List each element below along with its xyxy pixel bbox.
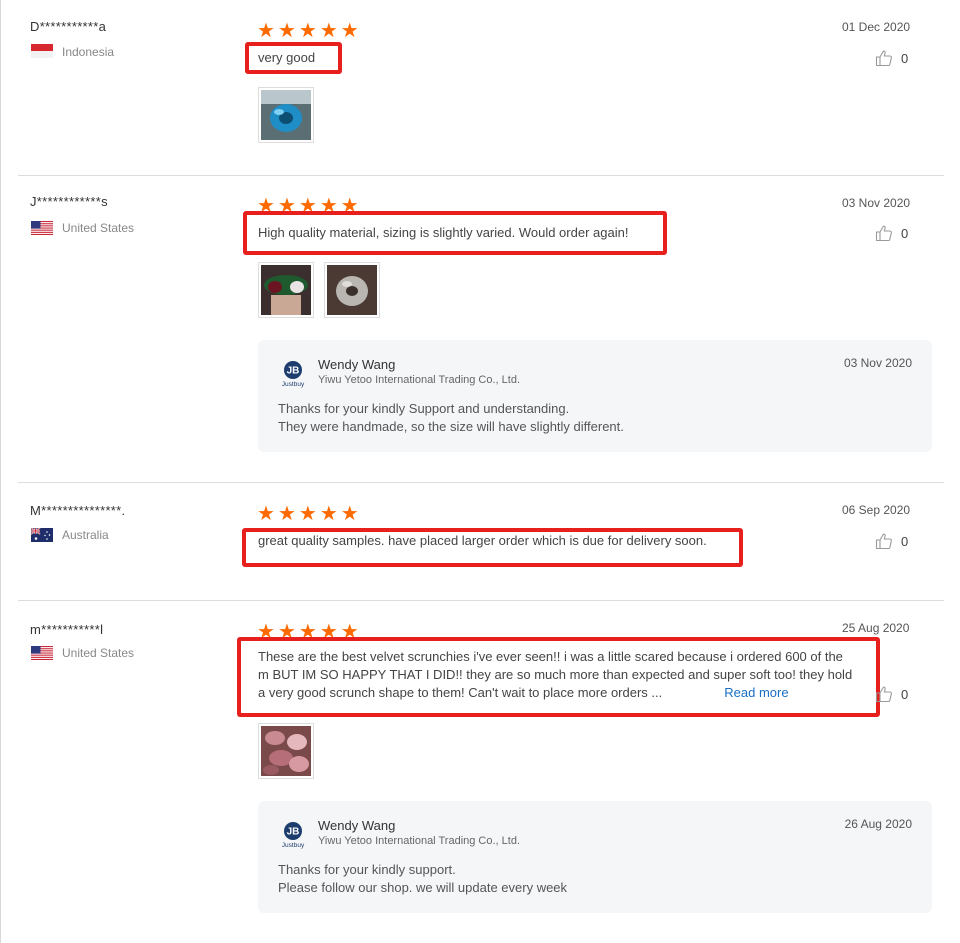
thumbs-up-icon bbox=[875, 50, 892, 67]
review-divider bbox=[18, 482, 944, 483]
us-flag-icon bbox=[31, 646, 53, 660]
svg-text:JB: JB bbox=[287, 827, 300, 838]
review-date: 06 Sep 2020 bbox=[842, 503, 911, 517]
star-icon: ★ bbox=[298, 20, 317, 42]
reply-text: Thanks for your kindly Support and under… bbox=[278, 400, 624, 436]
star-icon: ★ bbox=[340, 503, 359, 525]
review-text-line: a very good scrunch shape to them! Can't… bbox=[258, 684, 878, 702]
reviewer-country: Indonesia bbox=[62, 45, 115, 59]
review-text-segment: a very good scrunch shape to them! Can't… bbox=[258, 685, 663, 700]
reviewer-name: J************s bbox=[30, 194, 108, 209]
star-icon: ★ bbox=[319, 20, 338, 42]
seller-name: Wendy Wang bbox=[318, 818, 396, 833]
star-rating: ★ ★ ★ ★ ★ bbox=[257, 504, 359, 524]
seller-name: Wendy Wang bbox=[318, 357, 396, 372]
grey-scrunchie-image bbox=[327, 265, 377, 315]
star-rating: ★ ★ ★ ★ ★ bbox=[257, 21, 359, 41]
reply-date: 03 Nov 2020 bbox=[843, 356, 912, 370]
helpful-button[interactable]: 0 bbox=[875, 49, 908, 67]
svg-text:Justbuy: Justbuy bbox=[282, 381, 305, 388]
thumbs-up-icon bbox=[875, 225, 892, 242]
review-photo-thumbnail[interactable] bbox=[258, 262, 314, 318]
reply-date: 26 Aug 2020 bbox=[844, 817, 912, 831]
review-photo-thumbnail[interactable] bbox=[258, 723, 314, 779]
seller-logo-icon: JB Justbuy bbox=[282, 361, 305, 388]
reviewer-name: m***********l bbox=[30, 622, 104, 637]
helpful-button[interactable]: 0 bbox=[875, 532, 908, 550]
helpful-count: 0 bbox=[901, 533, 909, 549]
review-text: great quality samples. have placed large… bbox=[258, 533, 707, 548]
helpful-count: 0 bbox=[901, 50, 909, 66]
star-icon: ★ bbox=[277, 503, 296, 525]
review-date: 03 Nov 2020 bbox=[842, 196, 911, 210]
star-icon: ★ bbox=[340, 20, 359, 42]
reply-line: Thanks for your kindly Support and under… bbox=[278, 401, 570, 416]
seller-reply: JB Justbuy Wendy Wang Yiwu Yetoo Interna… bbox=[258, 801, 932, 913]
review-date: 25 Aug 2020 bbox=[842, 621, 910, 635]
read-more-link[interactable]: Read more bbox=[724, 685, 788, 700]
star-icon: ★ bbox=[298, 503, 317, 525]
reply-line: Please follow our shop. we will update e… bbox=[278, 880, 568, 895]
review-photo-thumbnail[interactable] bbox=[258, 87, 314, 143]
helpful-button[interactable]: 0 bbox=[875, 224, 908, 242]
seller-reply: JB Justbuy Wendy Wang Yiwu Yetoo Interna… bbox=[258, 340, 932, 452]
seller-logo-icon: JB Justbuy bbox=[282, 822, 305, 849]
review-text-line: m BUT IM SO HAPPY THAT I DID!! they are … bbox=[258, 667, 853, 682]
review-divider bbox=[18, 600, 944, 601]
reply-line: They were handmade, so the size will hav… bbox=[278, 419, 624, 434]
review-text: These are the best velvet scrunchies i'v… bbox=[258, 648, 878, 702]
helpful-button[interactable]: 0 bbox=[875, 685, 908, 703]
seller-company: Yiwu Yetoo International Trading Co., Lt… bbox=[318, 374, 521, 386]
left-border bbox=[0, 0, 1, 943]
star-icon: ★ bbox=[277, 20, 296, 42]
thumbs-up-icon bbox=[875, 533, 892, 550]
reply-text: Thanks for your kindly support. Please f… bbox=[278, 861, 567, 897]
reviewer-name: D***********a bbox=[30, 19, 107, 34]
reviewer-country: United States bbox=[62, 646, 135, 660]
review-text-line: These are the best velvet scrunchies i'v… bbox=[258, 649, 843, 664]
review-text: High quality material, sizing is slightl… bbox=[258, 225, 629, 240]
reviewer-country: United States bbox=[62, 221, 135, 235]
reply-line: Thanks for your kindly support. bbox=[278, 862, 456, 877]
reviewer-country: Australia bbox=[62, 528, 109, 542]
star-icon: ★ bbox=[257, 20, 275, 42]
teal-scrunchie-image bbox=[261, 90, 311, 140]
australia-flag-icon bbox=[31, 528, 53, 542]
reviewer-name: M***************. bbox=[30, 503, 126, 518]
star-icon: ★ bbox=[257, 503, 275, 525]
review-divider bbox=[18, 175, 944, 176]
velvet-scrunchies-image bbox=[261, 265, 311, 315]
star-icon: ★ bbox=[319, 503, 338, 525]
review-photo-thumbnail[interactable] bbox=[324, 262, 380, 318]
helpful-count: 0 bbox=[901, 686, 909, 702]
us-flag-icon bbox=[31, 221, 53, 235]
svg-text:JB: JB bbox=[287, 366, 300, 377]
thumbs-up-icon bbox=[875, 686, 892, 703]
pink-scrunchies-image bbox=[261, 726, 311, 776]
helpful-count: 0 bbox=[901, 225, 909, 241]
review-date: 01 Dec 2020 bbox=[842, 20, 911, 34]
indonesia-flag-icon bbox=[31, 44, 53, 58]
svg-text:Justbuy: Justbuy bbox=[282, 842, 305, 849]
review-text: very good bbox=[258, 50, 316, 65]
seller-company: Yiwu Yetoo International Trading Co., Lt… bbox=[318, 835, 521, 847]
